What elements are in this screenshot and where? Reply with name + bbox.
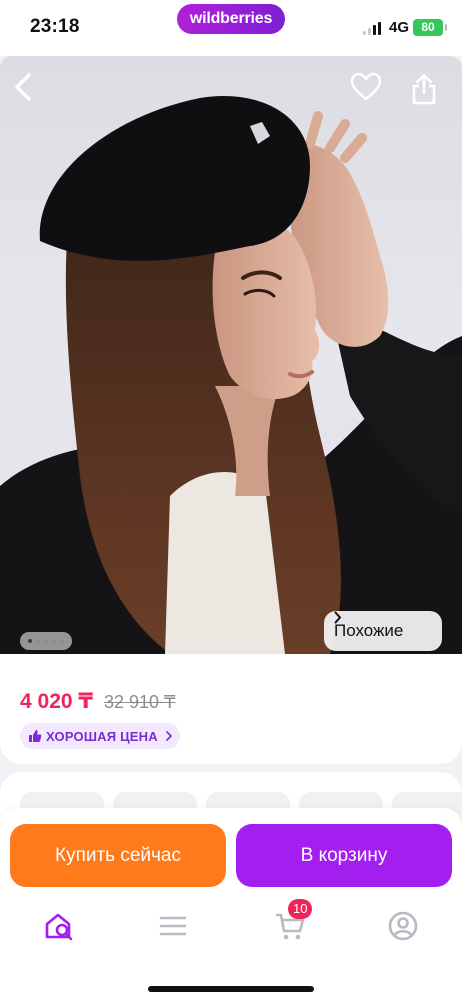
- share-icon: [412, 73, 436, 105]
- pagination-dot: [44, 639, 48, 643]
- chevron-right-icon: [166, 731, 172, 741]
- good-price-badge[interactable]: ХОРОШАЯ ЦЕНА: [20, 723, 180, 749]
- buy-now-button[interactable]: Купить сейчас: [10, 824, 226, 887]
- current-price: 4 020 ₸: [20, 690, 93, 713]
- home-search-icon: [45, 913, 73, 941]
- tab-bar: 10: [0, 898, 462, 958]
- share-button[interactable]: [410, 72, 450, 112]
- gallery-pagination: [20, 632, 72, 650]
- back-button[interactable]: [12, 72, 52, 112]
- pagination-dot: [36, 639, 40, 643]
- product-photo: [0, 95, 462, 654]
- product-gallery[interactable]: Похожие: [0, 56, 462, 654]
- tab-cart[interactable]: 10: [270, 899, 313, 946]
- cart-count-badge: 10: [288, 899, 313, 919]
- brand-logo: wildberries: [177, 4, 285, 34]
- home-indicator: [148, 986, 314, 992]
- tab-home-search[interactable]: [39, 906, 79, 946]
- add-to-cart-button[interactable]: В корзину: [236, 824, 452, 887]
- good-price-label: ХОРОШАЯ ЦЕНА: [46, 728, 158, 744]
- pagination-dot: [52, 639, 56, 643]
- similar-label: Похожие: [334, 621, 404, 640]
- chevron-right-icon: [334, 611, 341, 624]
- pagination-dot: [60, 639, 64, 643]
- tab-profile[interactable]: [383, 906, 423, 946]
- battery-icon: 80: [413, 19, 447, 36]
- heart-icon: [350, 72, 382, 101]
- status-time: 23:18: [30, 16, 80, 37]
- menu-icon: [159, 916, 187, 936]
- profile-icon: [388, 911, 418, 941]
- bottom-bar: Купить сейчас В корзину 10: [0, 808, 462, 1000]
- favorite-button[interactable]: [350, 72, 390, 112]
- product-screen: 23:18 wildberries 4G 80 Похожие 4 020 ₸ …: [0, 0, 462, 1000]
- status-bar: 23:18 wildberries 4G 80: [0, 0, 462, 56]
- thumbs-up-icon: [29, 730, 42, 742]
- similar-products-button[interactable]: Похожие: [324, 611, 442, 651]
- battery-level: 80: [421, 20, 435, 34]
- back-arrow-icon: [15, 73, 31, 101]
- signal-icon: [363, 22, 383, 35]
- tab-catalog[interactable]: [153, 906, 193, 946]
- pagination-dot: [28, 639, 32, 643]
- price-card: 4 020 ₸ 32 910 ₸ ХОРОШАЯ ЦЕНА: [0, 654, 462, 764]
- network-label: 4G: [389, 19, 410, 36]
- old-price: 32 910 ₸: [104, 692, 176, 712]
